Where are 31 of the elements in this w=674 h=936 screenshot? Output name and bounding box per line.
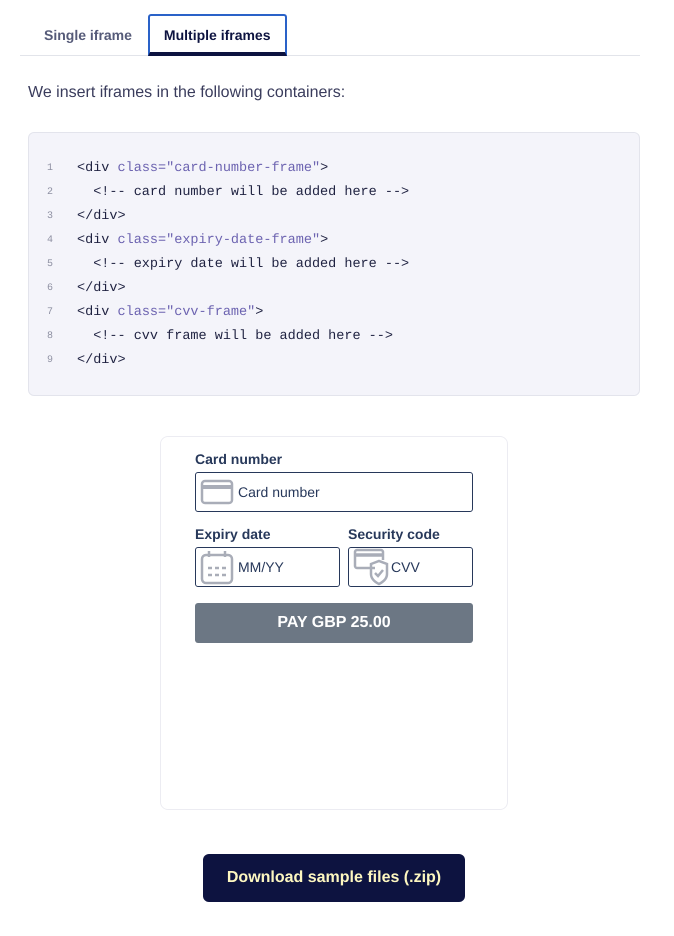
line-number: 4 xyxy=(47,234,54,248)
intro-text: We insert iframes in the following containers: xyxy=(28,84,346,102)
code-line: <!-- expiry date will be added here --> xyxy=(92,256,410,274)
line-number: 3 xyxy=(47,210,54,224)
download-button[interactable]: Download sample files (.zip) xyxy=(203,854,465,902)
code-line: <!-- cvv frame will be added here --> xyxy=(92,328,393,346)
field-label: Card number xyxy=(195,451,284,467)
line-number: 8 xyxy=(47,330,54,344)
expiry-date-field[interactable]: MM/YY xyxy=(195,547,340,587)
security-code-field[interactable]: CVV xyxy=(348,547,473,587)
credit-card-icon xyxy=(200,479,234,505)
tab[interactable]: Multiple iframes xyxy=(148,14,287,56)
code-line: </div> xyxy=(77,352,126,370)
code-line: <!-- card number will be added here --> xyxy=(92,184,410,202)
line-number: 2 xyxy=(47,186,54,200)
card-shield-icon xyxy=(353,548,389,586)
line-number: 1 xyxy=(47,162,54,176)
field-label: Expiry date xyxy=(195,526,272,542)
code-line: </div> xyxy=(77,280,126,298)
field-label: Security code xyxy=(348,526,441,542)
line-number: 9 xyxy=(47,354,54,368)
line-number: 7 xyxy=(47,306,54,320)
line-number: 5 xyxy=(47,258,54,272)
code-line: <div class="expiry-date-frame"> xyxy=(77,232,328,250)
card-number-field[interactable]: Card number xyxy=(195,472,473,512)
calendar-icon xyxy=(200,549,234,585)
line-number: 6 xyxy=(47,282,54,296)
tab[interactable]: Single iframe xyxy=(28,14,148,56)
code-line: <div class="card-number-frame"> xyxy=(77,160,328,178)
code-line: </div> xyxy=(77,208,126,226)
code-line: <div class="cvv-frame"> xyxy=(77,304,264,322)
